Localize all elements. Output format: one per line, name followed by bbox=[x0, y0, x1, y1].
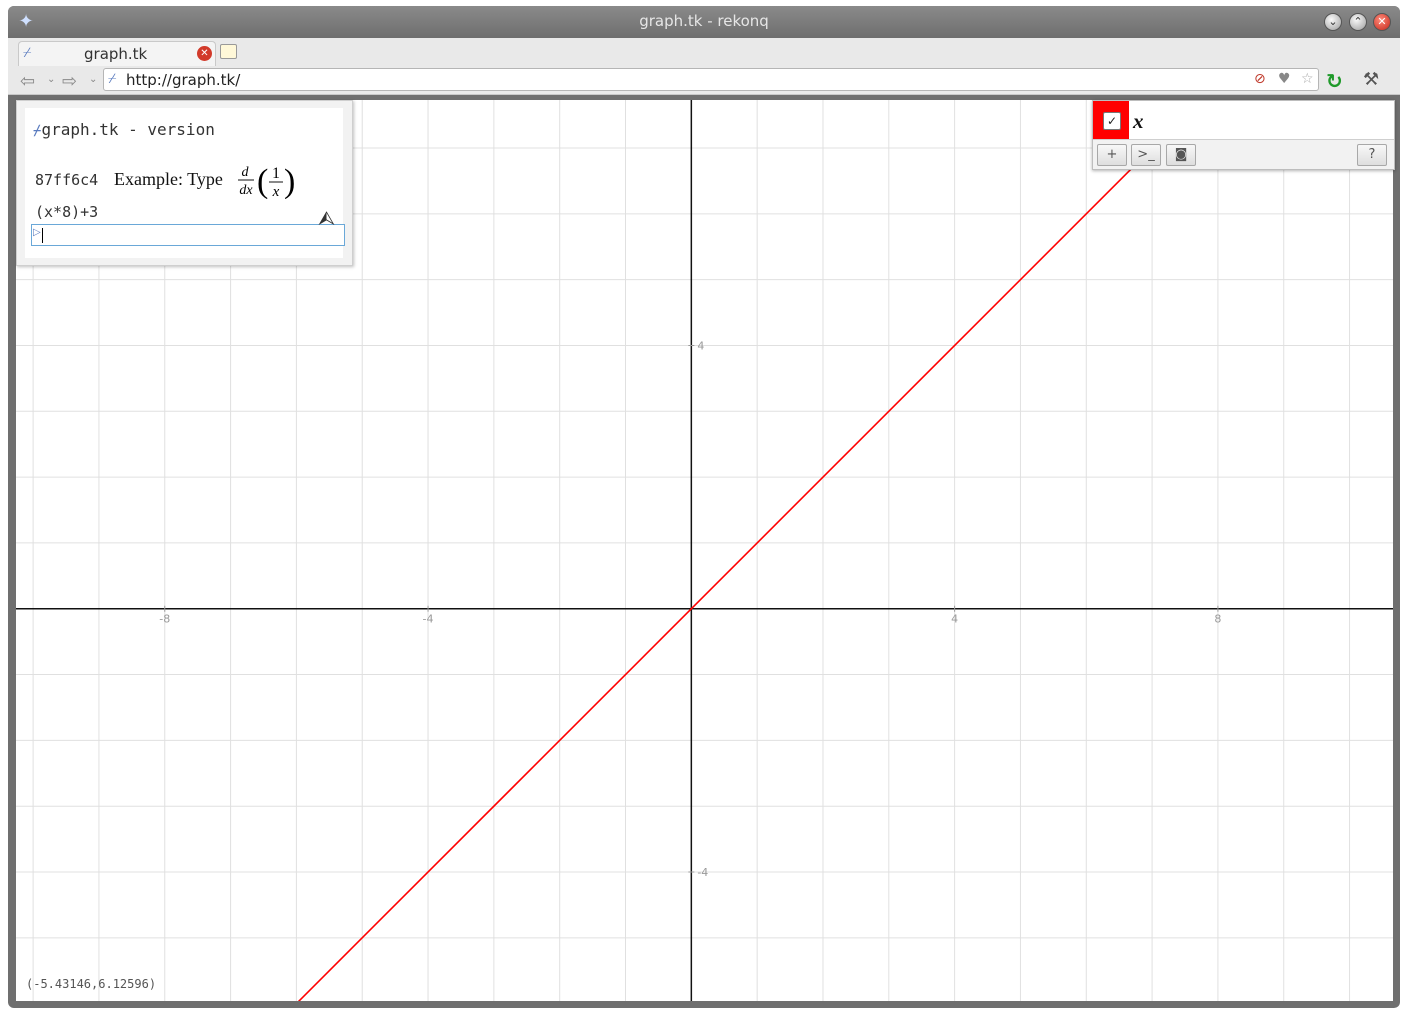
function-panel: ✓ x + >_ ◙ ? bbox=[1092, 100, 1395, 170]
heart-icon[interactable]: ♥ bbox=[1278, 71, 1291, 87]
graph-favicon-icon: ⌿ bbox=[23, 45, 32, 61]
url-bar[interactable]: ⌿ http://graph.tk/ ⊘ ♥ ☆ bbox=[103, 68, 1319, 91]
previous-expression: (x*8)+3 bbox=[35, 203, 99, 221]
y-tick-label: 4 bbox=[697, 339, 704, 352]
new-tab-button[interactable] bbox=[220, 44, 237, 59]
forward-arrow-icon[interactable]: ⇨ bbox=[62, 71, 77, 92]
x-tick-label: -8 bbox=[159, 613, 170, 626]
minimize-button[interactable]: ⌄ bbox=[1324, 13, 1342, 31]
panel-title-text: graph.tk - version bbox=[41, 120, 215, 139]
console-button[interactable]: >_ bbox=[1131, 144, 1161, 166]
adblock-icon[interactable]: ⊘ bbox=[1254, 71, 1266, 87]
add-function-button[interactable]: + bbox=[1097, 144, 1127, 166]
example-math-expression: d dx ( 1 x ) bbox=[238, 163, 295, 199]
mouse-cursor-icon: ⮙ bbox=[318, 206, 335, 230]
function-color-swatch[interactable]: ✓ bbox=[1093, 101, 1129, 139]
tools-wrench-icon[interactable]: ⚒ bbox=[1363, 69, 1379, 90]
version-hash: 87ff6c4 bbox=[35, 171, 99, 189]
maximize-button[interactable]: ⌃ bbox=[1349, 13, 1367, 31]
input-panel-body: ⌿graph.tk - version 87ff6c4 Example: Typ… bbox=[25, 108, 345, 258]
tab-label: graph.tk bbox=[84, 45, 148, 63]
y-tick-label: -4 bbox=[697, 866, 708, 879]
url-text[interactable]: http://graph.tk/ bbox=[126, 71, 240, 89]
back-arrow-icon[interactable]: ⇦ bbox=[20, 71, 35, 92]
math-right-paren: ) bbox=[284, 163, 295, 199]
input-marker-icon: ▷ bbox=[33, 227, 41, 238]
title-bar[interactable]: ✦ graph.tk - rekonq ⌄ ⌃ ✕ bbox=[8, 6, 1400, 38]
expression-input-panel: ⌿graph.tk - version 87ff6c4 Example: Typ… bbox=[16, 100, 353, 266]
math-operator-denominator: dx bbox=[239, 183, 253, 198]
x-tick-label: 4 bbox=[951, 613, 958, 626]
back-dropdown-icon[interactable]: ⌄ bbox=[47, 74, 55, 85]
math-fraction-numerator: 1 bbox=[272, 165, 280, 182]
math-operator-numerator: d bbox=[242, 165, 250, 180]
coordinate-readout: (-5.43146,6.12596) bbox=[26, 977, 157, 991]
function-row[interactable]: ✓ x bbox=[1093, 101, 1394, 140]
forward-dropdown-icon[interactable]: ⌄ bbox=[89, 74, 97, 85]
help-button[interactable]: ? bbox=[1357, 144, 1387, 166]
browser-chrome: ⌿ graph.tk ✕ ⇦ ⌄ ⇨ ⌄ ⌿ http://graph.tk/ … bbox=[8, 38, 1400, 95]
math-left-paren: ( bbox=[257, 163, 268, 199]
math-fraction-denominator: x bbox=[272, 184, 280, 199]
close-tab-icon[interactable]: ✕ bbox=[197, 46, 212, 61]
add-icon: + bbox=[1106, 147, 1118, 162]
camera-icon: ◙ bbox=[1174, 147, 1188, 162]
bookmark-star-icon[interactable]: ☆ bbox=[1301, 71, 1314, 87]
function-visible-checkbox[interactable]: ✓ bbox=[1103, 112, 1121, 130]
example-label: Example: Type bbox=[114, 169, 223, 189]
panel-title: ⌿graph.tk - version bbox=[33, 120, 215, 139]
expression-input[interactable]: ▷ bbox=[31, 224, 345, 246]
console-icon: >_ bbox=[1137, 147, 1155, 162]
help-icon: ? bbox=[1368, 147, 1376, 162]
tab-graph-tk[interactable]: ⌿ graph.tk ✕ bbox=[18, 41, 216, 66]
close-window-button[interactable]: ✕ bbox=[1373, 13, 1391, 31]
graph-favicon-icon: ⌿ bbox=[108, 71, 117, 87]
reload-icon[interactable]: ↻ bbox=[1326, 69, 1343, 93]
function-label[interactable]: x bbox=[1133, 109, 1144, 134]
screenshot-button[interactable]: ◙ bbox=[1166, 144, 1196, 166]
text-caret bbox=[42, 228, 43, 243]
x-tick-label: -4 bbox=[423, 613, 434, 626]
window-title: graph.tk - rekonq bbox=[639, 12, 769, 30]
x-tick-label: 8 bbox=[1214, 613, 1221, 626]
